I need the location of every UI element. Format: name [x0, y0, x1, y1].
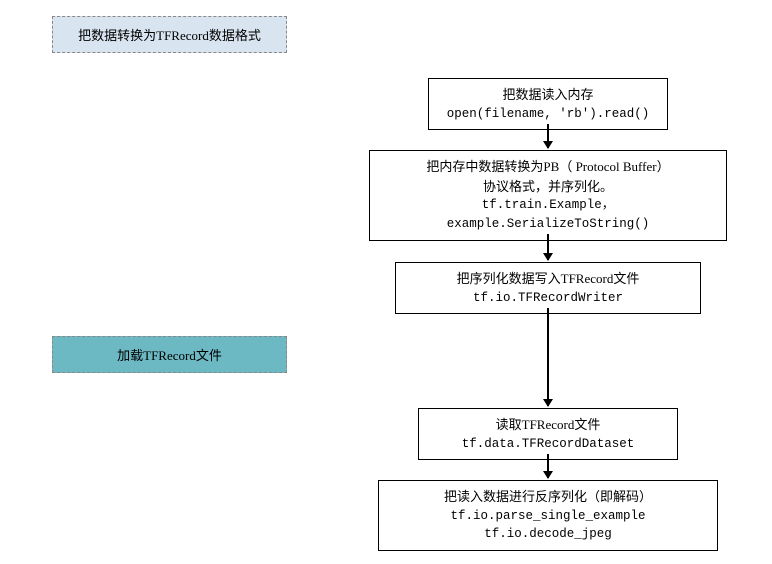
flow-box-title: 读取TFRecord文件 — [427, 415, 669, 435]
flow-box-code-1: tf.train.Example， — [378, 196, 718, 215]
arrow-icon — [547, 308, 549, 406]
flow-box-title: 把读入数据进行反序列化（即解码） — [387, 487, 709, 507]
flow-box-title: 把序列化数据写入TFRecord文件 — [404, 269, 692, 289]
section-label-convert-text: 把数据转换为TFRecord数据格式 — [78, 28, 261, 43]
flow-box-read-tfrecord: 读取TFRecord文件 tf.data.TFRecordDataset — [418, 408, 678, 460]
flow-box-code-2: example.SerializeToString() — [378, 215, 718, 234]
flow-box-title: 把数据读入内存 — [437, 85, 659, 105]
flow-box-code-1: tf.io.parse_single_example — [387, 507, 709, 526]
flow-box-code: open(filename, 'rb').read() — [437, 105, 659, 124]
flow-box-read-memory: 把数据读入内存 open(filename, 'rb').read() — [428, 78, 668, 130]
arrow-icon — [547, 124, 549, 148]
flow-box-code: tf.io.TFRecordWriter — [404, 289, 692, 308]
arrow-icon — [547, 234, 549, 260]
section-label-load-text: 加载TFRecord文件 — [117, 348, 222, 363]
section-label-convert: 把数据转换为TFRecord数据格式 — [52, 16, 287, 53]
flow-box-code-2: tf.io.decode_jpeg — [387, 525, 709, 544]
arrow-icon — [547, 454, 549, 478]
section-label-load: 加载TFRecord文件 — [52, 336, 287, 373]
flow-box-write-tfrecord: 把序列化数据写入TFRecord文件 tf.io.TFRecordWriter — [395, 262, 701, 314]
flow-box-title-line1: 把内存中数据转换为PB（ Protocol Buffer） — [378, 157, 718, 177]
flow-box-deserialize: 把读入数据进行反序列化（即解码） tf.io.parse_single_exam… — [378, 480, 718, 551]
flow-box-code: tf.data.TFRecordDataset — [427, 435, 669, 454]
flow-box-serialize: 把内存中数据转换为PB（ Protocol Buffer） 协议格式，并序列化。… — [369, 150, 727, 241]
flow-box-title-line2: 协议格式，并序列化。 — [378, 177, 718, 197]
